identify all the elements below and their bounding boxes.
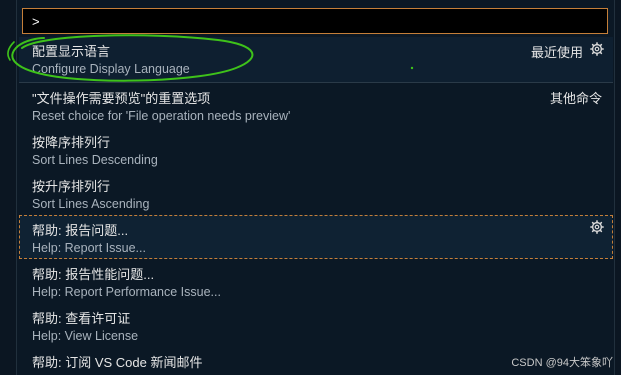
gear-icon[interactable] <box>590 220 604 234</box>
command-subtitle: Configure Display Language <box>32 62 190 76</box>
command-title: 帮助: 订阅 VS Code 新闻邮件 <box>32 355 203 370</box>
other-commands-label: 其他命令 <box>549 91 602 106</box>
command-input[interactable] <box>23 9 607 33</box>
command-item-report-performance-issue[interactable]: 帮助: 报告性能问题... Help: Report Performance I… <box>19 259 613 303</box>
command-item-reset-file-operation-preview[interactable]: "文件操作需要预览"的重置选项 Reset choice for 'File o… <box>19 83 613 127</box>
command-item-sort-lines-ascending[interactable]: 按升序排列行 Sort Lines Ascending <box>19 171 613 215</box>
command-title: "文件操作需要预览"的重置选项 <box>32 91 211 106</box>
csdn-watermark: CSDN @94大笨象吖 <box>511 357 613 369</box>
command-subtitle: Help: Report Performance Issue... <box>32 285 221 299</box>
command-list: 配置显示语言 Configure Display Language 最近使用 "… <box>19 37 613 375</box>
command-title: 配置显示语言 <box>32 44 111 59</box>
screenshot: 配置显示语言 Configure Display Language 最近使用 "… <box>0 0 621 375</box>
command-title: 帮助: 报告性能问题... <box>32 267 155 282</box>
command-subtitle: Help: View License <box>32 329 139 343</box>
command-subtitle: Reset choice for 'File operation needs p… <box>32 109 291 123</box>
command-item-configure-display-language[interactable]: 配置显示语言 Configure Display Language 最近使用 <box>19 37 613 83</box>
gear-icon[interactable] <box>590 42 604 56</box>
editor-background-left <box>0 0 16 375</box>
command-title: 按降序排列行 <box>32 135 111 150</box>
command-title: 帮助: 查看许可证 <box>32 311 131 326</box>
command-input-box[interactable] <box>22 8 608 34</box>
command-palette: 配置显示语言 Configure Display Language 最近使用 "… <box>16 0 615 375</box>
command-subtitle: Sort Lines Ascending <box>32 197 150 211</box>
command-title: 按升序排列行 <box>32 179 111 194</box>
command-item-sort-lines-descending[interactable]: 按降序排列行 Sort Lines Descending <box>19 127 613 171</box>
recently-used-label: 最近使用 <box>530 45 583 60</box>
command-item-view-license[interactable]: 帮助: 查看许可证 Help: View License <box>19 303 613 347</box>
command-subtitle: Sort Lines Descending <box>32 153 158 167</box>
command-item-report-issue[interactable]: 帮助: 报告问题... Help: Report Issue... <box>19 215 613 259</box>
command-title: 帮助: 报告问题... <box>32 223 129 238</box>
command-subtitle: Help: Report Issue... <box>32 241 146 255</box>
